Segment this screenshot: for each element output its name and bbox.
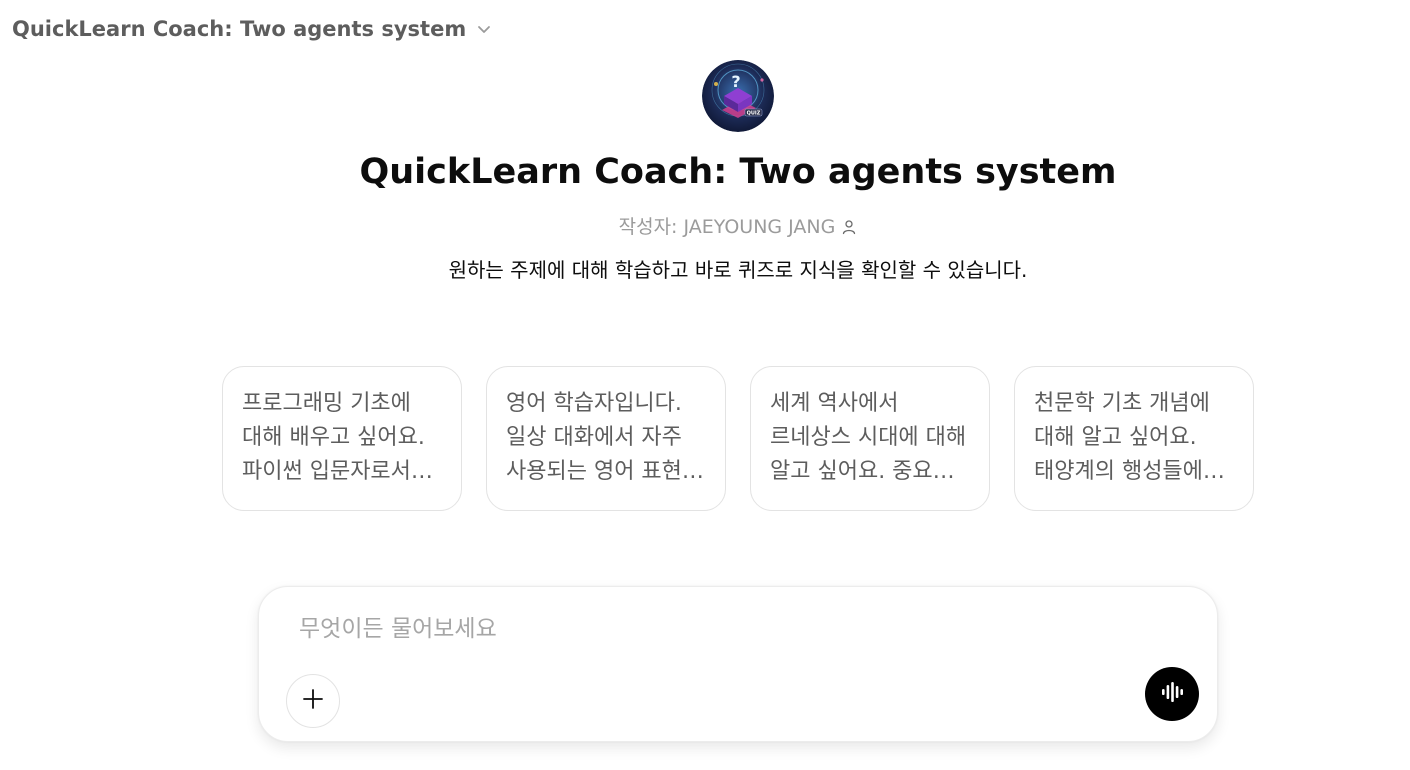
gpt-author: 작성자: JAEYOUNG JANG <box>0 212 1410 239</box>
voice-waveform-icon <box>1158 678 1186 710</box>
svg-text:QUIZ: QUIZ <box>747 111 761 117</box>
gpt-title: QuickLearn Coach: Two agents system <box>12 17 467 41</box>
starter-card[interactable]: 영어 학습자입니다. 일상 대화에서 자주 사용되는 영어 표현을 알려주세요. <box>486 366 726 511</box>
message-composer <box>258 586 1218 742</box>
svg-text:?: ? <box>731 72 740 91</box>
voice-mode-button[interactable] <box>1145 667 1199 721</box>
starter-text: 영어 학습자입니다. 일상 대화에서 자주 사용되는 영어 표현을 알려주세요. <box>506 391 703 484</box>
plus-icon <box>301 687 325 715</box>
author-label: 작성자: JAEYOUNG JANG <box>618 216 836 238</box>
person-icon <box>841 218 857 234</box>
conversation-starters: 프로그래밍 기초에 대해 배우고 싶어요. 파이썬 입문자로서 알아야 할 기본… <box>222 366 1254 511</box>
add-attachment-button[interactable] <box>286 674 340 728</box>
gpt-title-dropdown[interactable]: QuickLearn Coach: Two agents system <box>12 12 494 46</box>
message-input[interactable] <box>299 611 1159 647</box>
starter-card[interactable]: 천문학 기초 개념에 대해 알고 싶어요. 태양계의 행성들에 대해 설명해 주… <box>1014 366 1254 511</box>
starter-card[interactable]: 세계 역사에서 르네상스 시대에 대해 알고 싶어요. 중요한 사건과 인물을 … <box>750 366 990 511</box>
chevron-down-icon <box>474 19 494 39</box>
gpt-avatar: ? QUIZ <box>702 60 774 132</box>
gpt-name: QuickLearn Coach: Two agents system <box>359 152 1117 192</box>
starter-card[interactable]: 프로그래밍 기초에 대해 배우고 싶어요. 파이썬 입문자로서 알아야 할 기본… <box>222 366 462 511</box>
gpt-description: 원하는 주제에 대해 학습하고 바로 퀴즈로 지식을 확인할 수 있습니다. <box>448 258 1028 282</box>
starter-text: 프로그래밍 기초에 대해 배우고 싶어요. 파이썬 입문자로서 알아야 할 기본… <box>242 391 425 484</box>
starter-text: 세계 역사에서 르네상스 시대에 대해 알고 싶어요. 중요한 사건과 인물을 … <box>770 391 967 484</box>
starter-text: 천문학 기초 개념에 대해 알고 싶어요. 태양계의 행성들에 대해 설명해 주… <box>1034 391 1210 484</box>
